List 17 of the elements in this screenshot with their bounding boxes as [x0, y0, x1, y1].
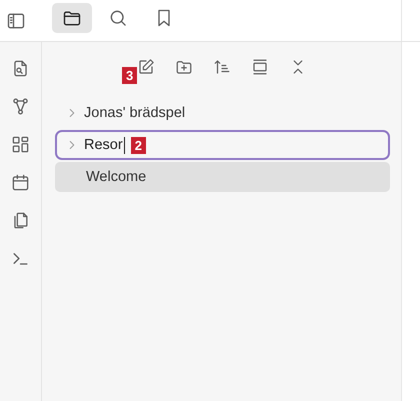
grid-icon[interactable]	[11, 135, 30, 154]
sidebar-toggle-icon[interactable]	[6, 10, 26, 30]
selected-row[interactable]: Welcome	[55, 162, 390, 192]
sort-icon[interactable]	[212, 58, 230, 76]
folder-plus-icon[interactable]	[174, 58, 192, 76]
calendar-icon[interactable]	[11, 173, 30, 192]
search-icon	[108, 8, 128, 28]
edit-icon[interactable]	[136, 58, 154, 76]
collapse-view-icon[interactable]	[250, 58, 268, 76]
folder-item[interactable]: Jonas' brädspel	[84, 105, 186, 121]
text-cursor	[124, 136, 125, 154]
sidebar-tab[interactable]	[52, 3, 92, 33]
file-item[interactable]: Welcome	[86, 169, 146, 185]
annotation-badge: 3	[122, 67, 138, 84]
annotation-badge: 2	[130, 136, 146, 154]
rename-field[interactable]: Resor 2	[55, 130, 390, 160]
graph-icon[interactable]	[11, 97, 30, 116]
